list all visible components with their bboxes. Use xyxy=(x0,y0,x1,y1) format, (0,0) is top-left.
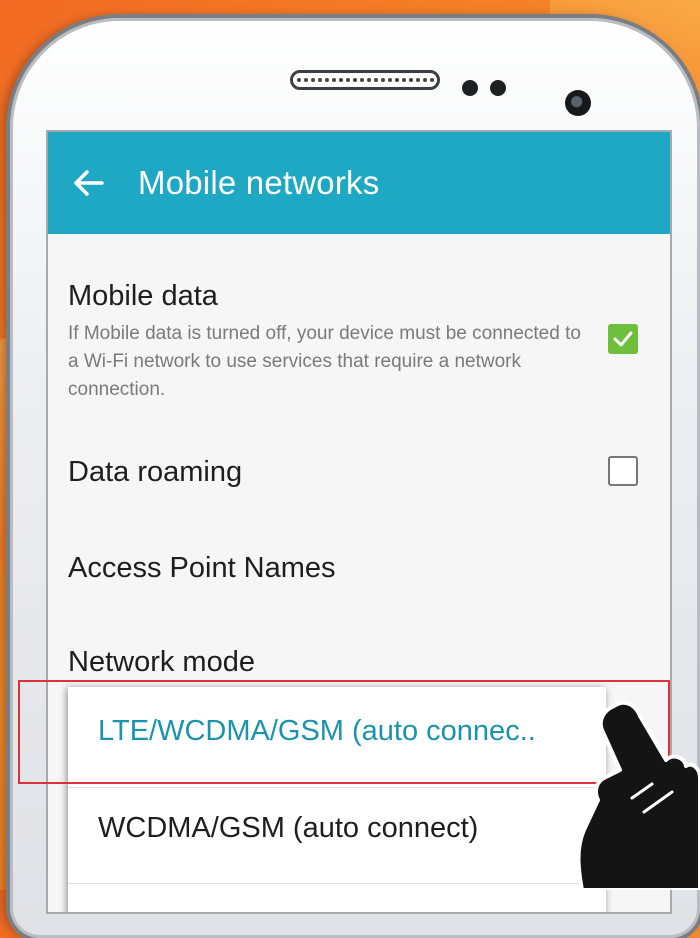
arrow-left-icon[interactable] xyxy=(72,168,106,198)
app-bar: Mobile networks xyxy=(48,132,670,234)
setting-data-roaming[interactable]: Data roaming xyxy=(48,424,670,520)
page-title: Mobile networks xyxy=(138,164,380,201)
setting-mobile-data[interactable]: Mobile data If Mobile data is turned off… xyxy=(48,234,670,426)
network-mode-option-wcdma[interactable]: WCDMA/GSM (auto connect) xyxy=(98,812,478,845)
setting-label: Data roaming xyxy=(68,456,243,488)
proximity-sensor xyxy=(462,80,478,96)
earpiece-speaker xyxy=(290,70,440,90)
mobile-data-checkbox[interactable] xyxy=(608,324,638,354)
setting-label: Access Point Names xyxy=(68,552,336,584)
setting-label: Mobile data xyxy=(68,280,218,312)
setting-label: Network mode xyxy=(68,646,255,678)
divider xyxy=(68,787,606,788)
setting-description: If Mobile data is turned off, your devic… xyxy=(68,323,581,400)
divider xyxy=(68,883,606,884)
highlight-box xyxy=(18,680,670,784)
front-camera xyxy=(565,90,591,116)
pointing-hand-icon xyxy=(574,688,700,892)
setting-access-point-names[interactable]: Access Point Names xyxy=(48,518,670,616)
data-roaming-checkbox[interactable] xyxy=(608,456,638,486)
light-sensor xyxy=(490,80,506,96)
